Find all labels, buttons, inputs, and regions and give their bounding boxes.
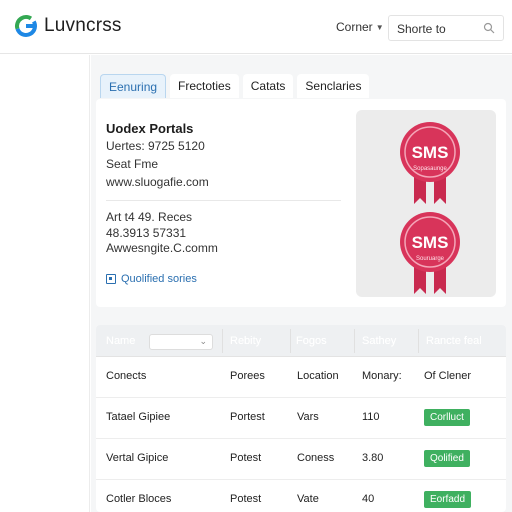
info-title: Uodex Portals xyxy=(106,121,194,136)
info-label: Seat Fme xyxy=(106,157,159,171)
top-header: Luvncrss Corner ▼ Shorte to xyxy=(0,0,512,54)
status-badge[interactable]: Qolified xyxy=(424,450,470,467)
divider xyxy=(106,200,341,201)
sms-badge-icon: SMS Sopasaunge xyxy=(400,122,460,204)
name-filter-select[interactable]: ⌄ xyxy=(149,334,213,350)
subheader-cell: Conects xyxy=(106,370,147,382)
external-link-icon xyxy=(106,274,116,284)
row-cell: Potest xyxy=(230,493,262,505)
subheader-cell: Monary: xyxy=(362,370,402,382)
column-header-rancte-feal[interactable]: Rancte feal xyxy=(426,335,482,347)
subheader-cell: Porees xyxy=(230,370,265,382)
row-cell: 40 xyxy=(362,493,375,505)
status-badge[interactable]: Corlluct xyxy=(424,409,470,426)
row-cell: Vars xyxy=(297,411,319,423)
search-icon[interactable] xyxy=(483,22,495,34)
subheader-cell: Of Clener xyxy=(424,370,472,382)
row-cell: 110 xyxy=(362,411,380,423)
tab-senclaries[interactable]: Senclaries xyxy=(297,74,370,98)
info-card: Uodex Portals Uertes: 9725 5120 Seat Fme… xyxy=(96,99,506,307)
table-header: Name ⌄ Rebity Fogos Sathey Rancte feal xyxy=(96,325,506,357)
tab-bar: Eenuring Frectoties Catats Senclaries xyxy=(100,74,370,98)
brand-name: Luvncrss xyxy=(44,15,122,36)
row-name: Vertal Gipice xyxy=(106,452,169,464)
table-row[interactable]: Tatael Gipiee Portest Vars 110 Corlluct xyxy=(96,398,506,439)
subheader-cell: Location xyxy=(297,370,339,382)
info-phone: Uertes: 9725 5120 xyxy=(106,139,205,153)
badge-subtitle: Souruarge xyxy=(416,256,445,262)
chevron-down-icon: ▼ xyxy=(375,22,384,32)
search-input[interactable]: Shorte to xyxy=(388,15,504,41)
row-cell: Coness xyxy=(297,452,335,464)
status-badge[interactable]: Eorfadd xyxy=(424,491,472,508)
info-coordinates: 48.3913 57331 xyxy=(106,226,187,240)
sidebar xyxy=(0,55,90,512)
row-cell: 3.80 xyxy=(362,452,384,464)
data-table: Name ⌄ Rebity Fogos Sathey Rancte feal C… xyxy=(96,325,506,512)
column-header-fogos[interactable]: Fogos xyxy=(296,335,327,347)
column-divider xyxy=(354,329,355,353)
row-cell: Portest xyxy=(230,411,265,423)
row-name: Tatael Gipiee xyxy=(106,411,171,423)
tab-catats[interactable]: Catats xyxy=(242,74,294,98)
sms-badge-icon: SMS Souruarge xyxy=(400,212,460,294)
table-subheader-row: Conects Porees Location Monary: Of Clene… xyxy=(96,357,506,398)
table-row[interactable]: Cotler Bloces Potest Vate 40 Eorfadd xyxy=(96,480,506,512)
column-header-sathey[interactable]: Sathey xyxy=(362,335,396,347)
app-logo-icon[interactable] xyxy=(14,14,38,38)
row-cell: Potest xyxy=(230,452,262,464)
column-divider xyxy=(222,329,223,353)
tab-eenuring[interactable]: Eenuring xyxy=(100,74,167,98)
table-row[interactable]: Vertal Gipice Potest Coness 3.80 Qolifie… xyxy=(96,439,506,480)
info-email[interactable]: Awwesngite.C.comm xyxy=(106,241,218,255)
column-header-rebity[interactable]: Rebity xyxy=(230,335,261,347)
qualified-series-label: Quolified sories xyxy=(121,273,197,285)
badge-title: SMS xyxy=(412,233,449,252)
column-divider xyxy=(418,329,419,353)
column-header-name[interactable]: Name xyxy=(106,335,135,347)
chevron-down-icon: ⌄ xyxy=(199,336,207,346)
info-website[interactable]: www.sluogafie.com xyxy=(106,175,209,189)
row-name: Cotler Bloces xyxy=(106,493,172,505)
corner-menu-label: Corner xyxy=(336,20,373,34)
badge-title: SMS xyxy=(412,143,449,162)
badge-panel: SMS Sopasaunge SMS Souruarge xyxy=(356,110,496,297)
qualified-series-link[interactable]: Quolified sories xyxy=(106,273,197,285)
badge-subtitle: Sopasaunge xyxy=(413,166,447,172)
info-address: Art t4 49. Reces xyxy=(106,210,193,224)
corner-menu[interactable]: Corner ▼ xyxy=(336,20,384,34)
search-input-text: Shorte to xyxy=(397,22,446,36)
row-cell: Vate xyxy=(297,493,319,505)
tab-frectoties[interactable]: Frectoties xyxy=(170,74,239,98)
column-divider xyxy=(290,329,291,353)
